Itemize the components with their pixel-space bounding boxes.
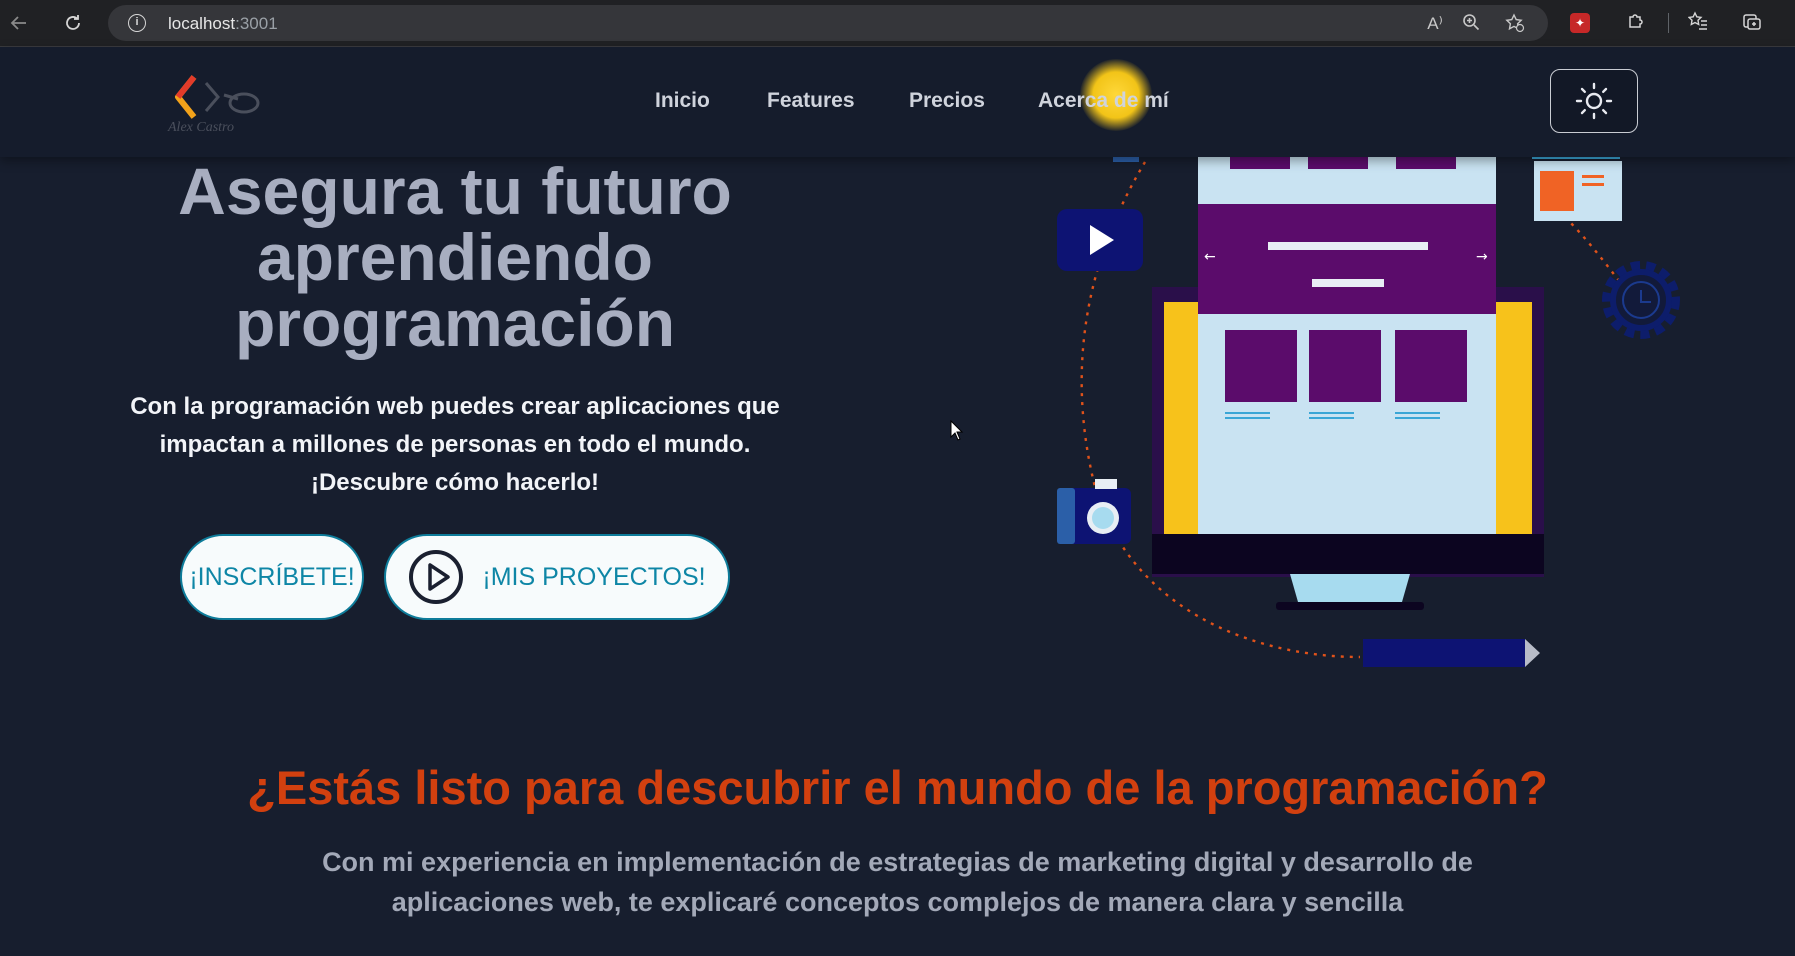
zoom-icon[interactable]: [1460, 13, 1482, 35]
hero-title: Asegura tu futuro aprendiendo programaci…: [178, 154, 732, 360]
favorite-add-icon[interactable]: [1504, 13, 1526, 35]
site-header: Alex Castro Inicio Features Precios Acer…: [0, 47, 1795, 157]
signup-button-label: ¡INSCRÍBETE!: [189, 562, 355, 591]
extensions-puzzle-icon[interactable]: [1624, 11, 1648, 35]
svg-text:←: ←: [1204, 249, 1216, 265]
browser-toolbar: i localhost:3001 A⁾ ✦: [0, 0, 1795, 47]
address-bar[interactable]: i localhost:3001 A⁾: [108, 5, 1548, 41]
signup-button[interactable]: ¡INSCRÍBETE!: [180, 534, 364, 620]
nav-acerca-de-mi[interactable]: Acerca de mí: [1038, 89, 1169, 113]
play-circle-icon: [409, 550, 464, 604]
section-text: Con mi experiencia en implementación de …: [300, 842, 1495, 922]
back-icon[interactable]: [6, 10, 32, 36]
svg-text:Alex Castro: Alex Castro: [167, 120, 234, 133]
theme-toggle-button[interactable]: [1550, 69, 1638, 133]
section-text-line: aplicaciones web, te explicaré conceptos…: [391, 887, 1404, 917]
read-aloud-icon[interactable]: A⁾: [1424, 13, 1446, 35]
mouse-cursor: [950, 420, 964, 441]
hero-subtitle-line: Con la programación web puedes crear apl…: [130, 393, 780, 420]
projects-button[interactable]: ¡MIS PROYECTOS!: [384, 534, 730, 620]
reload-icon[interactable]: [60, 10, 86, 36]
hero-subtitle: Con la programación web puedes crear apl…: [110, 388, 800, 502]
favorites-icon[interactable]: [1686, 11, 1710, 35]
info-icon[interactable]: i: [128, 14, 146, 32]
collections-icon[interactable]: [1740, 11, 1764, 35]
url-text[interactable]: localhost:3001: [168, 14, 278, 34]
nav-features[interactable]: Features: [767, 89, 855, 113]
logo[interactable]: Alex Castro: [166, 73, 286, 135]
projects-button-label: ¡MIS PROYECTOS!: [482, 562, 706, 591]
hero-subtitle-line: impactan a millones de personas en todo …: [159, 431, 751, 458]
toolbar-divider: [1668, 13, 1669, 33]
hero-subtitle-line: ¡Descubre cómo hacerlo!: [310, 469, 600, 496]
nav-precios[interactable]: Precios: [909, 89, 985, 113]
svg-text:→: →: [1476, 249, 1488, 265]
section-title: ¿Estás listo para descubrir el mundo de …: [247, 761, 1548, 814]
sun-icon: [1575, 82, 1613, 120]
nav-inicio[interactable]: Inicio: [655, 89, 710, 113]
extension-icon[interactable]: ✦: [1570, 13, 1590, 33]
section-text-line: Con mi experiencia en implementación de …: [322, 847, 1473, 877]
